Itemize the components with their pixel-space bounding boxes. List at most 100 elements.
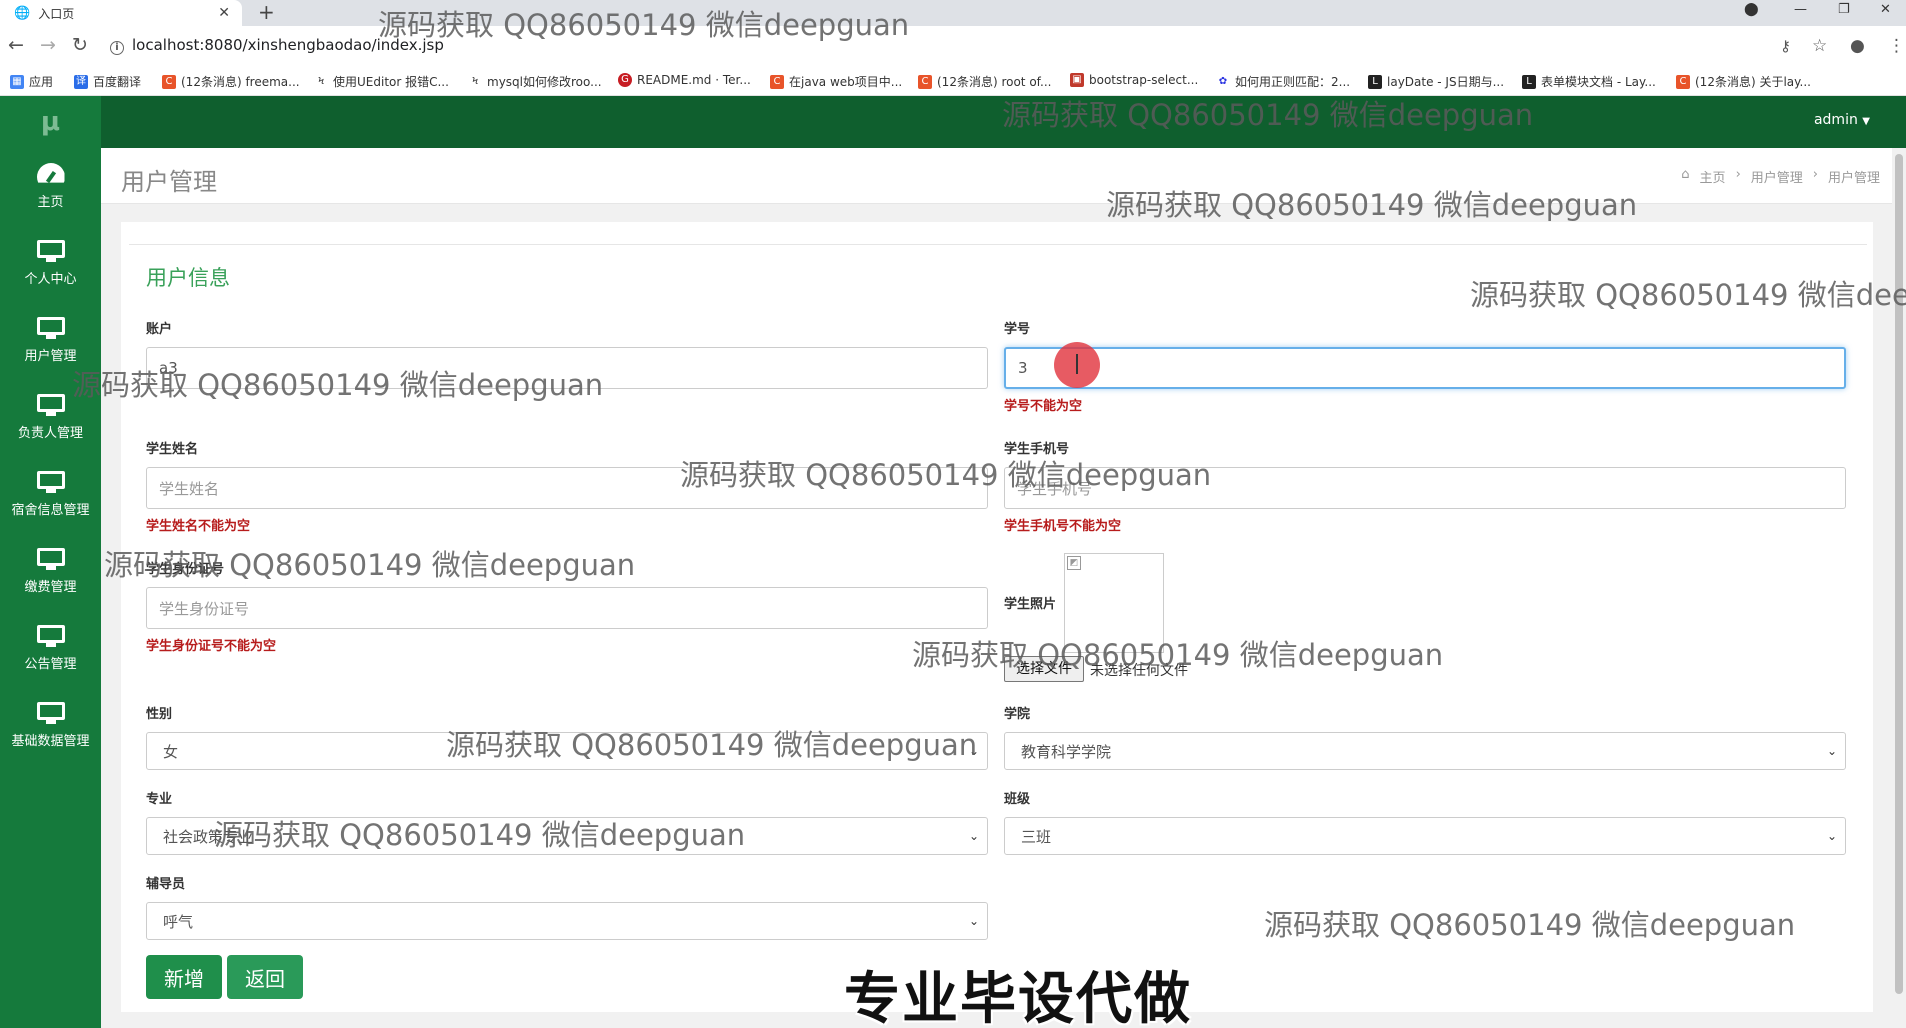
page-title: 用户管理 bbox=[121, 168, 217, 196]
sidebar-item-label: 用户管理 bbox=[24, 349, 77, 364]
app-logo[interactable]: μ bbox=[0, 96, 101, 148]
sidebar-item-notice-management[interactable]: 公告管理 bbox=[0, 610, 101, 687]
major-field-group: 专业 社会政策专业 ⌄ bbox=[146, 788, 988, 855]
bookmark-favicon: Ϟ bbox=[471, 75, 479, 87]
bookmarks-bar: ▦ 应用 译百度翻译 C (12条消息) freema... Ϟ 使用UEditor … bbox=[0, 66, 1906, 96]
class-label: 班级 bbox=[1004, 792, 1031, 807]
bookmark-item[interactable]: L 表单模块文档 - Lay... bbox=[1522, 73, 1656, 90]
close-tab-icon[interactable]: ✕ bbox=[218, 5, 230, 21]
sidebar-item-label: 基础数据管理 bbox=[11, 734, 90, 749]
browser-tab[interactable]: 🌐 入口页 ✕ bbox=[0, 0, 242, 26]
gender-select[interactable]: 女 ⌄ bbox=[146, 732, 988, 770]
sidebar-item-label: 个人中心 bbox=[24, 272, 77, 287]
college-field-group: 学院 教育科学学院 ⌄ bbox=[1004, 703, 1846, 770]
bookmark-item[interactable]: ▣ bootstrap-select... bbox=[1070, 73, 1198, 87]
class-select[interactable]: 三班 ⌄ bbox=[1004, 817, 1846, 855]
restore-icon[interactable]: ❐ bbox=[1838, 0, 1850, 20]
forward-icon[interactable]: → bbox=[40, 34, 56, 56]
key-icon[interactable]: ⚷ bbox=[1780, 37, 1791, 55]
account-input[interactable]: a3 bbox=[146, 347, 988, 389]
breadcrumb-separator: › bbox=[1812, 167, 1818, 182]
globe-icon: 🌐 bbox=[14, 5, 31, 21]
minimize-icon[interactable]: — bbox=[1794, 0, 1807, 20]
reload-icon[interactable]: ↻ bbox=[72, 34, 88, 56]
address-bar: ← → ↻ i localhost:8080/xinshengbaodao/ind… bbox=[0, 26, 1906, 66]
paw-icon: ✿ bbox=[1218, 75, 1228, 87]
menu-icon[interactable]: ⋮ bbox=[1888, 36, 1905, 56]
choose-file-button[interactable]: 选择文件 bbox=[1004, 656, 1084, 682]
counselor-field-group: 辅导员 呼气 ⌄ bbox=[146, 873, 988, 940]
monitor-icon bbox=[36, 471, 65, 493]
csdn-icon: C bbox=[1676, 74, 1690, 89]
breadcrumb-section[interactable]: 用户管理 bbox=[1751, 167, 1803, 186]
bookmark-item[interactable]: C (12条消息) 关于lay... bbox=[1676, 73, 1811, 90]
student-phone-input[interactable]: 学生手机号 bbox=[1004, 467, 1846, 509]
bookmark-item[interactable]: C (12条消息) root of... bbox=[918, 73, 1051, 90]
student-no-label: 学号 bbox=[1004, 322, 1031, 337]
profile-dropdown-icon[interactable]: ⬤ bbox=[1744, 0, 1759, 20]
bookmark-apps[interactable]: ▦ 应用 bbox=[10, 73, 53, 90]
bookmark-item[interactable]: C 在java web项目中... bbox=[770, 73, 902, 90]
college-select[interactable]: 教育科学学院 ⌄ bbox=[1004, 732, 1846, 770]
student-name-field-group: 学生姓名 学生姓名 学生姓名不能为空 bbox=[146, 438, 988, 534]
translate-icon: 译 bbox=[74, 74, 88, 89]
monitor-icon bbox=[36, 548, 65, 570]
window-close-icon[interactable]: ✕ bbox=[1880, 0, 1891, 20]
bookmark-item[interactable]: Ϟ 使用UEditor 报错C... bbox=[314, 73, 449, 90]
monitor-icon bbox=[36, 394, 65, 416]
bookmark-item[interactable]: 译百度翻译 bbox=[74, 73, 141, 90]
student-phone-error: 学生手机号不能为空 bbox=[1004, 519, 1122, 534]
account-icon[interactable]: ● bbox=[1850, 36, 1865, 56]
bookmark-item[interactable]: Ϟmysql如何修改roo... bbox=[468, 73, 602, 90]
bookmark-item[interactable]: ✿ 如何用正则匹配：2... bbox=[1216, 73, 1350, 90]
sidebar-item-basic-data[interactable]: 基础数据管理 bbox=[0, 687, 101, 764]
gitee-icon: G bbox=[618, 73, 632, 87]
account-field-group: 账户 a3 bbox=[146, 318, 988, 389]
sidebar-item-payment-management[interactable]: 缴费管理 bbox=[0, 533, 101, 610]
id-card-field-group: 学生身份证号 学生身份证号 学生身份证号不能为空 bbox=[146, 558, 988, 654]
breadcrumb-separator: › bbox=[1735, 167, 1741, 182]
counselor-select[interactable]: 呼气 ⌄ bbox=[146, 902, 988, 940]
bookmark-item[interactable]: C (12条消息) freema... bbox=[162, 73, 300, 90]
csdn-icon: C bbox=[918, 74, 932, 89]
student-phone-label: 学生手机号 bbox=[1004, 442, 1070, 457]
sidebar-item-home[interactable]: 主页 bbox=[0, 148, 101, 225]
new-tab-icon[interactable]: + bbox=[258, 0, 275, 24]
back-icon[interactable]: ← bbox=[8, 34, 24, 56]
home-icon: ⌂ bbox=[1681, 167, 1690, 182]
screen: 🌐 入口页 ✕ + ⬤ — ❐ ✕ ← → ↻ i localhost:8080/… bbox=[0, 0, 1906, 1028]
breadcrumb-home[interactable]: 主页 bbox=[1700, 167, 1726, 186]
college-label: 学院 bbox=[1004, 707, 1031, 722]
sidebar-item-label: 宿舍信息管理 bbox=[11, 503, 90, 518]
star-icon[interactable]: ☆ bbox=[1812, 36, 1827, 56]
chevron-down-icon: ⌄ bbox=[968, 914, 979, 928]
info-icon[interactable]: i bbox=[110, 41, 124, 55]
major-label: 专业 bbox=[146, 792, 173, 807]
layui-icon: L bbox=[1522, 74, 1536, 89]
page-scrollbar[interactable] bbox=[1892, 148, 1906, 1028]
sidebar-item-label: 缴费管理 bbox=[24, 580, 77, 595]
back-button[interactable]: 返回 bbox=[227, 955, 303, 999]
student-no-error: 学号不能为空 bbox=[1004, 399, 1083, 414]
sidebar-item-user-management[interactable]: 用户管理 bbox=[0, 302, 101, 379]
counselor-label: 辅导员 bbox=[146, 877, 186, 892]
add-button[interactable]: 新增 bbox=[146, 955, 222, 999]
browser-tabbar: 🌐 入口页 ✕ + ⬤ — ❐ ✕ bbox=[0, 0, 1906, 26]
scrollbar-thumb[interactable] bbox=[1895, 154, 1903, 994]
sidebar-item-dorm-management[interactable]: 宿舍信息管理 bbox=[0, 456, 101, 533]
user-menu[interactable]: admin ▼ bbox=[1814, 112, 1870, 128]
sidebar-item-manager-management[interactable]: 负责人管理 bbox=[0, 379, 101, 456]
sidebar-item-personal-center[interactable]: 个人中心 bbox=[0, 225, 101, 302]
bookmark-item[interactable]: LlayDate - JS日期与... bbox=[1368, 73, 1504, 90]
tab-title: 入口页 bbox=[38, 6, 75, 21]
dashboard-icon bbox=[36, 163, 65, 185]
student-no-field-group: 学号 3 学号不能为空 bbox=[1004, 318, 1846, 414]
student-name-input[interactable]: 学生姓名 bbox=[146, 467, 988, 509]
id-card-input[interactable]: 学生身份证号 bbox=[146, 587, 988, 629]
student-no-input[interactable]: 3 bbox=[1004, 347, 1846, 389]
major-select[interactable]: 社会政策专业 ⌄ bbox=[146, 817, 988, 855]
bookmark-item[interactable]: G README.md · Ter... bbox=[618, 73, 751, 87]
caret-down-icon: ▼ bbox=[1862, 116, 1870, 127]
chevron-down-icon: ⌄ bbox=[968, 829, 979, 843]
url-field[interactable]: i localhost:8080/xinshengbaodao/index.jsp bbox=[110, 36, 444, 55]
